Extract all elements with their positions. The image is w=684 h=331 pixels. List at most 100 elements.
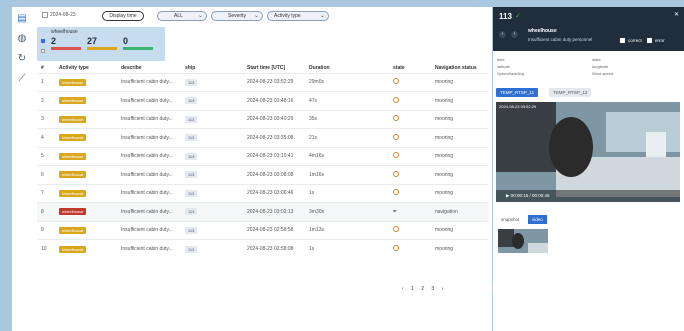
col-ship[interactable]: ship: [181, 63, 243, 73]
row-index: 3: [37, 109, 55, 129]
table-row[interactable]: 3 wheelhouse Insufficient cabin duty... 113…: [37, 109, 489, 129]
next-event-button[interactable]: ›: [511, 31, 518, 38]
activity-type-filter-label: Activity type: [274, 13, 301, 19]
row-start-time: 2024-08-23 03:40:29: [243, 109, 305, 129]
row-describe: Insufficient cabin duty...: [117, 202, 181, 221]
row-index: 6: [37, 165, 55, 184]
row-state: [389, 128, 431, 147]
calendar-icon[interactable]: [42, 12, 48, 18]
ship-tag: 113: [185, 78, 198, 86]
display-time-button[interactable]: Display time: [102, 11, 144, 21]
date-picker[interactable]: 2024-08-23: [50, 12, 76, 18]
video-player[interactable]: 2024-08-23 03:52:29 ▶ 00:00:15 / 00:00:4…: [496, 102, 680, 202]
row-state: [389, 109, 431, 129]
prev-event-button[interactable]: ‹: [499, 31, 506, 38]
summary-checkbox[interactable]: [41, 39, 45, 43]
page-3[interactable]: 3: [431, 286, 434, 292]
thumbnail-frame: [498, 229, 548, 253]
alarm-icon: [393, 245, 399, 251]
events-panel: 2024-08-23 Display time ALL ⌄ Severity ⌄…: [32, 7, 510, 331]
app-root: ▤ ◍ ↻ ⟋ 2024-08-23 Display time ALL ⌄ Se…: [0, 0, 684, 331]
close-icon[interactable]: ✕: [674, 11, 679, 18]
alarm-icon: [393, 189, 399, 196]
next-page-button[interactable]: ›: [442, 286, 444, 292]
prev-page-button[interactable]: ‹: [402, 286, 404, 292]
col-activity-type[interactable]: Activity type: [55, 63, 117, 73]
table-row[interactable]: 6 wheelhouse Insufficient cabin duty... 113…: [37, 165, 489, 184]
snapshot-tab[interactable]: snapshot: [497, 215, 523, 224]
video-thumbnail[interactable]: [498, 229, 548, 253]
row-state: ⌖: [389, 202, 431, 221]
table-row[interactable]: 10 wheelhouse Insufficient cabin duty... 11…: [37, 239, 489, 258]
row-navigation-status: mooring: [431, 220, 489, 240]
row-activity-type: wheelhouse: [55, 91, 117, 110]
col-describe[interactable]: describe: [117, 63, 181, 73]
critical-bar: [51, 47, 81, 50]
row-describe: Insufficient cabin duty...: [117, 183, 181, 203]
table-row[interactable]: 2 wheelhouse Insufficient cabin duty... 113…: [37, 91, 489, 110]
gps-icon: ⌖: [393, 208, 397, 215]
row-state: [389, 183, 431, 203]
col-start-time[interactable]: Start time [UTC]: [243, 63, 305, 73]
camera-tab-12[interactable]: TEMP_RTSP_12: [549, 88, 592, 97]
ship-tag: 113: [185, 171, 198, 179]
chart-icon[interactable]: ⟋: [16, 73, 28, 85]
summary-title: wheelhouse: [51, 29, 78, 35]
col-state[interactable]: state: [389, 63, 431, 73]
state-label: state: [592, 57, 601, 62]
row-state: [389, 91, 431, 110]
activity-tag: wheelhouse: [59, 97, 87, 105]
row-navigation-status: mooring: [431, 239, 489, 258]
row-start-time: 2024-08-23 03:52:29: [243, 72, 305, 92]
list-icon[interactable]: ▤: [16, 13, 28, 25]
error-label: error: [655, 38, 665, 43]
row-start-time: 2024-08-23 03:35:08: [243, 128, 305, 147]
row-state: [389, 239, 431, 258]
col-duration[interactable]: Duration: [305, 63, 389, 73]
video-timestamp: 2024-08-23 03:52:29: [499, 104, 537, 109]
row-describe: Insufficient cabin duty...: [117, 91, 181, 110]
row-index: 2: [37, 91, 55, 110]
video-frame: [496, 102, 680, 202]
error-checkbox[interactable]: [647, 38, 652, 43]
table-row[interactable]: 7 wheelhouse Insufficient cabin duty... 113…: [37, 183, 489, 203]
ship-tag: 113: [185, 245, 198, 253]
col-navigation-status[interactable]: Navigation status: [431, 63, 489, 73]
time-label: time: [497, 57, 505, 62]
activity-tag: wheelhouse: [59, 78, 87, 86]
ship-tag: 113: [185, 226, 198, 234]
row-describe: Insufficient cabin duty...: [117, 109, 181, 129]
activity-tag: wheelhouse: [59, 152, 87, 160]
table-row[interactable]: 5 wheelhouse Insufficient cabin duty... 113…: [37, 146, 489, 166]
all-filter[interactable]: ALL ⌄: [157, 11, 207, 21]
row-index: 9: [37, 220, 55, 240]
activity-type-filter[interactable]: Activity type ⌄: [267, 11, 329, 21]
summary-checkbox-secondary[interactable]: [41, 49, 45, 53]
row-index: 1: [37, 72, 55, 92]
row-activity-type: wheelhouse: [55, 72, 117, 92]
activity-tag: wheelhouse: [59, 245, 87, 253]
detail-subtitle: Insufficient cabin duty personnel: [528, 37, 593, 42]
ship-tag: 113: [185, 152, 198, 160]
row-duration: 1s: [305, 183, 389, 203]
normal-count: 0: [123, 36, 129, 46]
correct-checkbox[interactable]: [620, 38, 625, 43]
row-describe: Insufficient cabin duty...: [117, 72, 181, 92]
summary-card[interactable]: wheelhouse 2 27 0: [37, 27, 165, 61]
severity-filter[interactable]: Severity ⌄: [211, 11, 263, 21]
table-row[interactable]: 8 wheelhouse Insufficient cabin duty... 113…: [37, 202, 489, 221]
video-tab[interactable]: video: [528, 215, 547, 224]
history-icon[interactable]: ↻: [16, 53, 28, 65]
severity-filter-label: Severity: [228, 13, 247, 19]
page-2[interactable]: 2: [421, 286, 424, 292]
camera-tab-11[interactable]: TEMP_RTSP_11: [496, 88, 539, 97]
globe-icon[interactable]: ◍: [16, 33, 28, 45]
page-1[interactable]: 1: [411, 286, 414, 292]
speed-label: Speed/heading: [497, 71, 524, 76]
table-row[interactable]: 4 wheelhouse Insufficient cabin duty... 113…: [37, 128, 489, 147]
row-ship: 113: [181, 91, 243, 110]
table-row[interactable]: 9 wheelhouse Insufficient cabin duty... 113…: [37, 220, 489, 240]
table-row[interactable]: 1 wheelhouse Insufficient cabin duty... 113…: [37, 72, 489, 92]
row-index: 8: [37, 202, 55, 221]
video-controls[interactable]: ▶ 00:00:15 / 00:00:46: [496, 190, 680, 202]
